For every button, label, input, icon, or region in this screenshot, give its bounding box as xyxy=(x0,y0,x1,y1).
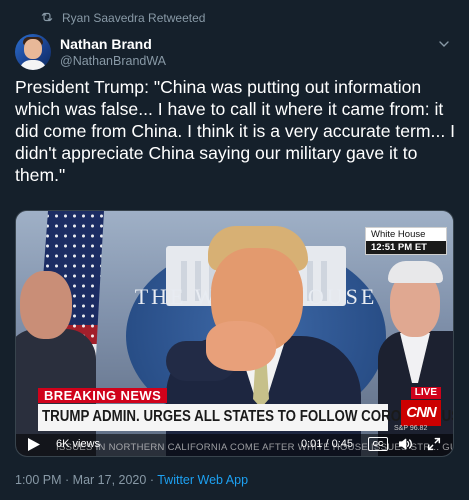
broadcast-time: 12:51 PM ET xyxy=(366,241,446,254)
breaking-news-label: BREAKING NEWS xyxy=(38,388,168,403)
tweet-timestamp[interactable]: 1:00 PM · Mar 17, 2020 xyxy=(15,473,146,487)
retweet-header[interactable]: Ryan Saavedra Retweeted xyxy=(40,10,205,26)
avatar[interactable] xyxy=(15,34,51,70)
tweet-meta: 1:00 PM · Mar 17, 2020 · Twitter Web App xyxy=(15,473,248,487)
author-handle[interactable]: @NathanBrandWA xyxy=(60,54,166,68)
chevron-down-icon[interactable] xyxy=(436,36,452,52)
play-icon[interactable] xyxy=(28,438,40,451)
video-time: 0:01 / 0:45 xyxy=(301,438,353,450)
author-row: Nathan Brand @NathanBrandWA xyxy=(15,32,454,72)
tweet-text: President Trump: "China was putting out … xyxy=(15,77,455,185)
video-player[interactable]: THE WHITE HOUSE ON White House 12:51 PM … xyxy=(15,210,454,457)
tweet-source[interactable]: Twitter Web App xyxy=(157,473,248,487)
meta-separator: · xyxy=(149,473,154,487)
chyron-headline: TRUMP ADMIN. URGES ALL STATES TO FOLLOW … xyxy=(42,408,453,425)
location-name: White House xyxy=(371,229,426,240)
retweet-label[interactable]: Ryan Saavedra Retweeted xyxy=(62,11,205,25)
network-logo: CNN xyxy=(401,400,441,426)
location-tag: White House 12:51 PM ET xyxy=(365,227,447,255)
volume-icon[interactable] xyxy=(396,436,414,452)
video-controls: 6K views 0:01 / 0:45 CC xyxy=(16,434,453,456)
view-count: 6K views xyxy=(56,438,101,450)
captions-button[interactable]: CC xyxy=(368,437,388,451)
author-display-name[interactable]: Nathan Brand xyxy=(60,36,166,52)
live-badge: LIVE xyxy=(410,387,441,399)
fullscreen-icon[interactable] xyxy=(426,436,442,452)
retweet-icon xyxy=(40,10,54,27)
author-names: Nathan Brand @NathanBrandWA xyxy=(60,36,166,68)
markets-readout: S&P 96.82 xyxy=(394,425,428,432)
